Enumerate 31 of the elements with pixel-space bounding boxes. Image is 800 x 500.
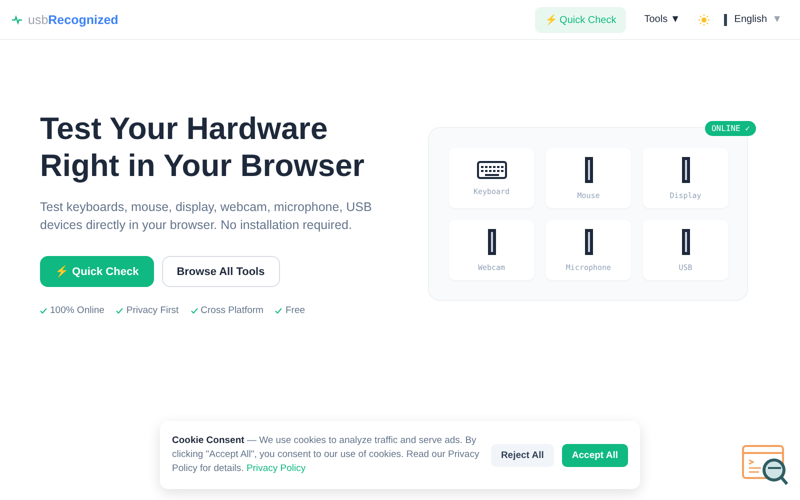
privacy-link[interactable]: Privacy Policy: [246, 463, 306, 474]
glyph-box-icon: [488, 228, 496, 254]
check-icon: [116, 308, 124, 314]
glyph-box-icon: [724, 14, 728, 26]
hero-description: Test keyboards, mouse, display, webcam, microphone, USB devices directly in your browser. No installation required.: [40, 199, 373, 234]
glyph-box-icon: [682, 228, 690, 254]
caret-icon: ▼: [772, 14, 782, 25]
feature-label: 100% Online: [50, 305, 104, 316]
cookie-text: Cookie Consent — We use cookies to analyze traffic and serve ads. By clicking "Accept All", you consent to our use of cookies. Read our Privacy Policy for details. Privacy Policy: [172, 434, 480, 476]
check-icon: [275, 308, 282, 314]
tools-menu[interactable]: Tools ▼: [642, 12, 682, 27]
check-icon: [190, 308, 198, 314]
browse-tools-button[interactable]: Browse All Tools: [162, 256, 280, 287]
logo-icon: [12, 14, 22, 24]
accept-button[interactable]: Accept All: [562, 444, 628, 466]
status-badge: ONLINE ✓: [705, 121, 756, 136]
quick-check-button[interactable]: ⚡ Quick Check: [534, 6, 626, 32]
glyph-box-icon: [682, 156, 690, 182]
glyph-box-icon: [584, 228, 592, 254]
feature-label: Cross Platform: [200, 305, 264, 316]
hero-title: Test Your Hardware Right in Your Browser: [40, 110, 366, 184]
quick-check-button[interactable]: ⚡ Quick Check: [40, 256, 154, 287]
feature-label: Privacy First: [126, 305, 179, 316]
reject-button[interactable]: Reject All: [490, 444, 554, 466]
language-menu[interactable]: English: [732, 12, 770, 27]
keyboard-icon: [476, 160, 506, 178]
logo-text: usb: [28, 12, 48, 26]
check-icon: [40, 308, 47, 314]
logo-brand: Recognized: [48, 12, 118, 26]
feature-label: Free: [285, 305, 306, 316]
glyph-box-icon: [584, 156, 592, 182]
